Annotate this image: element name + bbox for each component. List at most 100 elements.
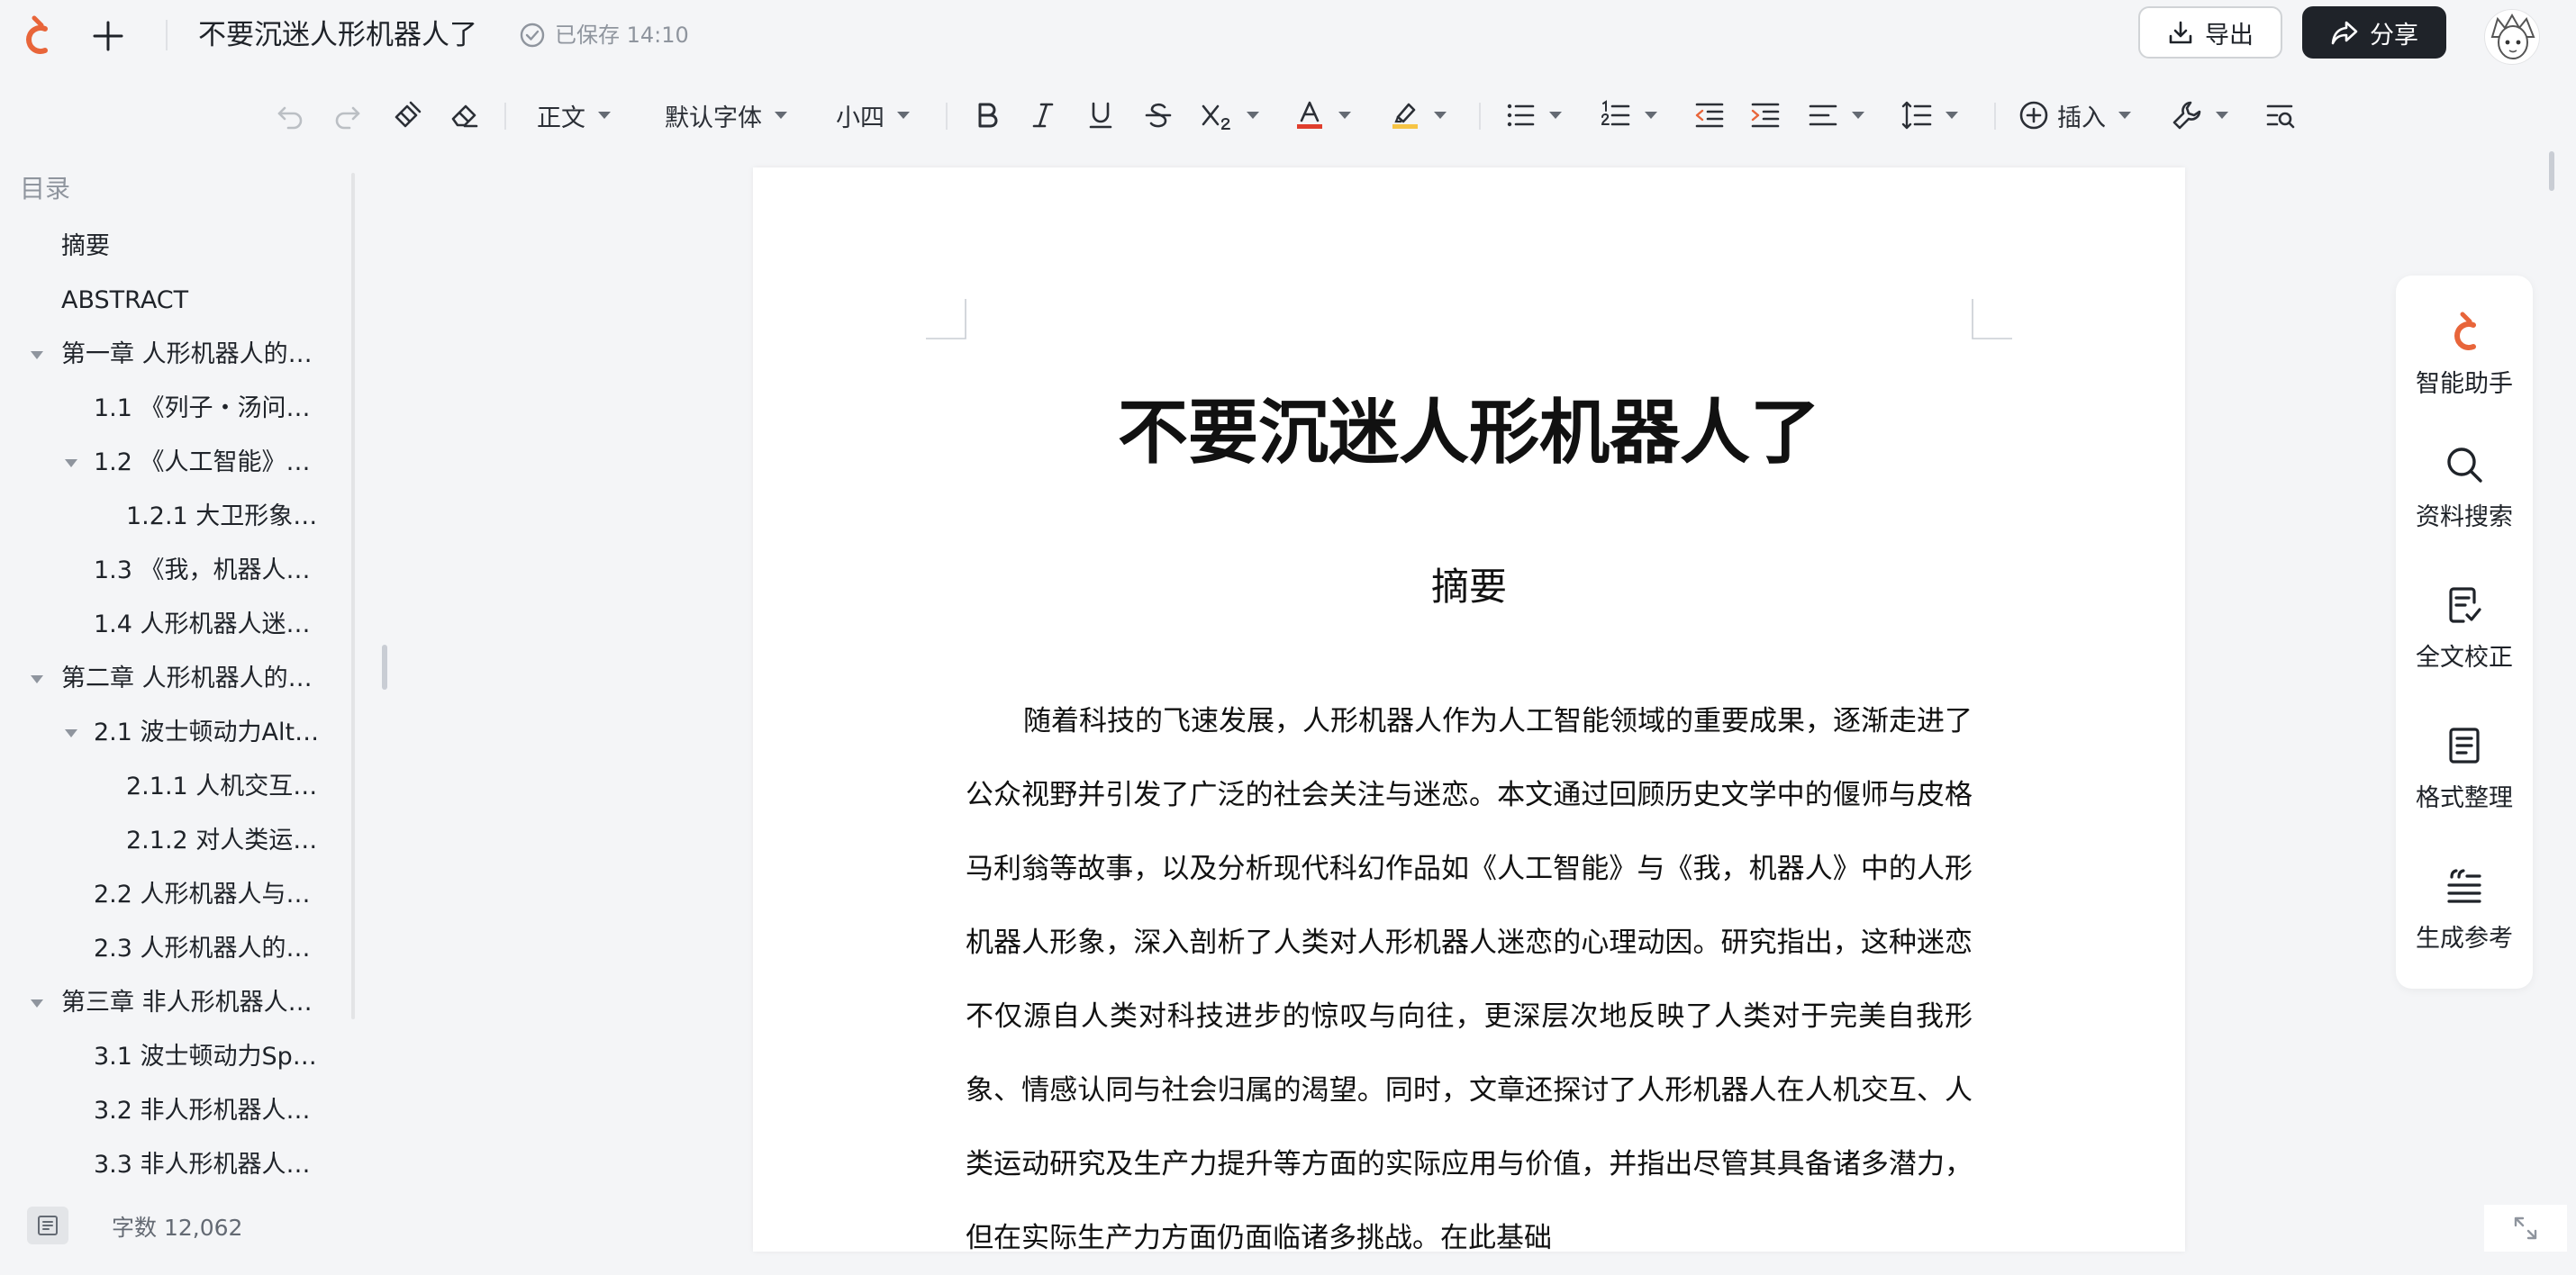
- check-circle-icon: [520, 23, 545, 48]
- toc-item[interactable]: 第三章 非人形机器人…: [61, 987, 313, 1019]
- clear-format-eraser-icon[interactable]: [449, 94, 481, 137]
- paragraph-style-dropdown[interactable]: 正文: [537, 94, 611, 137]
- chevron-down-icon: [598, 112, 611, 119]
- generate-references-label: 生成参考: [2416, 925, 2513, 953]
- font-size-value: 小四: [836, 104, 884, 132]
- download-icon: [2169, 21, 2192, 44]
- abstract-heading[interactable]: 摘要: [753, 556, 2185, 611]
- export-label: 导出: [2205, 21, 2254, 50]
- share-arrow-icon: [2331, 21, 2358, 45]
- toc-title: 目录: [20, 174, 71, 203]
- italic-icon[interactable]: [1027, 94, 1059, 137]
- toc-item[interactable]: 1.2 《人工智能》…: [94, 447, 311, 479]
- fullscreen-expand-icon[interactable]: [2484, 1205, 2567, 1252]
- toc-item[interactable]: 1.2.1 大卫形象…: [126, 501, 317, 533]
- text-align-dropdown[interactable]: [1807, 94, 1864, 137]
- save-status: 已保存 14:10: [519, 20, 689, 50]
- assistant-logo-icon: [2441, 308, 2488, 355]
- insert-label: 插入: [2057, 104, 2106, 132]
- toc-item[interactable]: 2.2 人形机器人与…: [94, 879, 311, 911]
- plus-circle-icon: [2019, 101, 2048, 130]
- find-replace-icon[interactable]: [2264, 94, 2297, 137]
- toc-item[interactable]: 2.1.2 对人类运…: [126, 825, 317, 857]
- save-status-text: 已保存 14:10: [555, 23, 689, 48]
- numbered-list-dropdown[interactable]: [1600, 94, 1657, 137]
- divider: [504, 103, 506, 130]
- toc-item[interactable]: 2.1.1 人机交互…: [126, 771, 317, 803]
- toc-item[interactable]: 3.3 非人形机器人…: [94, 1149, 311, 1181]
- material-search-button[interactable]: 资料搜索: [2396, 441, 2533, 549]
- chevron-down-icon: [1645, 112, 1657, 119]
- full-text-proofread-button[interactable]: 全文校正: [2396, 582, 2533, 690]
- sidebar-resize-handle[interactable]: [382, 645, 387, 690]
- highlighter-icon: [1392, 103, 1418, 129]
- toc-scrollbar[interactable]: [351, 173, 355, 1019]
- font-family-dropdown[interactable]: 默认字体: [665, 94, 787, 137]
- chevron-down-icon: [1549, 112, 1562, 119]
- font-color-dropdown[interactable]: [1293, 94, 1351, 137]
- export-button[interactable]: 导出: [2138, 6, 2282, 59]
- chevron-down-icon: [1247, 112, 1259, 119]
- redo-icon[interactable]: [331, 94, 364, 137]
- user-avatar[interactable]: [2484, 9, 2540, 65]
- search-icon: [2441, 441, 2488, 488]
- top-bar: 不要沉迷人形机器人了 已保存 14:10 导出 分享: [0, 0, 2576, 70]
- numbered-list-icon: [1601, 100, 1630, 126]
- document-title[interactable]: 不要沉迷人形机器人了: [198, 16, 477, 54]
- toc-item[interactable]: ABSTRACT: [61, 285, 188, 317]
- subscript-dropdown[interactable]: [1200, 94, 1259, 137]
- new-document-plus-icon[interactable]: [88, 16, 128, 56]
- format-tidy-label: 格式整理: [2416, 784, 2513, 812]
- toc-item[interactable]: 3.2 非人形机器人…: [94, 1095, 311, 1127]
- underline-icon[interactable]: [1084, 94, 1117, 137]
- strikethrough-icon[interactable]: [1142, 94, 1175, 137]
- document-scrollbar[interactable]: [2549, 151, 2554, 191]
- increase-indent-icon[interactable]: [1749, 94, 1782, 137]
- toc-item[interactable]: 1.3 《我，机器人…: [94, 555, 311, 587]
- toc-item[interactable]: 第二章 人形机器人的…: [61, 663, 313, 695]
- format-tidy-button[interactable]: 格式整理: [2396, 722, 2533, 830]
- insert-dropdown[interactable]: 插入: [2018, 94, 2131, 137]
- tools-dropdown[interactable]: [2171, 94, 2228, 137]
- collapse-arrow-icon[interactable]: [65, 729, 77, 737]
- toc-item[interactable]: 2.1 波士顿动力Alt…: [94, 717, 319, 749]
- margin-corner-marker: [1972, 299, 2012, 339]
- margin-corner-marker: [926, 299, 966, 339]
- collapse-arrow-icon[interactable]: [31, 999, 43, 1008]
- decrease-indent-icon[interactable]: [1693, 94, 1726, 137]
- toggle-toc-icon[interactable]: [27, 1207, 68, 1244]
- smart-assistant-button[interactable]: 智能助手: [2396, 308, 2533, 416]
- bold-icon[interactable]: [971, 94, 1003, 137]
- material-search-label: 资料搜索: [2416, 503, 2513, 531]
- bullet-list-dropdown[interactable]: [1504, 94, 1562, 137]
- line-spacing-dropdown[interactable]: [1900, 94, 1958, 137]
- chevron-down-icon: [2118, 112, 2131, 119]
- share-label: 分享: [2370, 21, 2418, 50]
- toc-item[interactable]: 1.1 《列子・汤问…: [94, 393, 311, 425]
- collapse-arrow-icon[interactable]: [31, 675, 43, 683]
- toc-item[interactable]: 2.3 人形机器人的…: [94, 933, 311, 965]
- highlight-color-dropdown[interactable]: [1389, 94, 1447, 137]
- toc-item[interactable]: 1.4 人形机器人迷…: [94, 609, 311, 641]
- wrench-icon: [2172, 101, 2201, 130]
- toc-item[interactable]: 摘要: [61, 231, 110, 263]
- collapse-arrow-icon[interactable]: [31, 351, 43, 359]
- quote-reference-icon: [2441, 863, 2488, 909]
- undo-icon[interactable]: [274, 94, 306, 137]
- format-painter-icon[interactable]: [391, 94, 423, 137]
- collapse-arrow-icon[interactable]: [65, 459, 77, 467]
- toc-item[interactable]: 3.1 波士顿动力Sp…: [94, 1041, 317, 1073]
- abstract-paragraph[interactable]: 随着科技的飞速发展，人形机器人作为人工智能领域的重要成果，逐渐走进了公众视野并引…: [966, 684, 1973, 1275]
- font-size-dropdown[interactable]: 小四: [836, 94, 910, 137]
- font-family-value: 默认字体: [665, 104, 762, 132]
- share-button[interactable]: 分享: [2302, 6, 2446, 59]
- divider: [946, 103, 948, 130]
- font-color-icon: [1297, 101, 1322, 129]
- document-heading[interactable]: 不要沉迷人形机器人了: [753, 376, 2185, 477]
- generate-references-button[interactable]: 生成参考: [2396, 863, 2533, 971]
- smart-assistant-label: 智能助手: [2416, 370, 2513, 398]
- word-count: 字数 12,062: [112, 1215, 243, 1241]
- app-logo-icon[interactable]: [18, 14, 54, 56]
- toc-item[interactable]: 第一章 人形机器人的…: [61, 339, 313, 371]
- document-page[interactable]: 不要沉迷人形机器人了 摘要 随着科技的飞速发展，人形机器人作为人工智能领域的重要…: [753, 167, 2185, 1254]
